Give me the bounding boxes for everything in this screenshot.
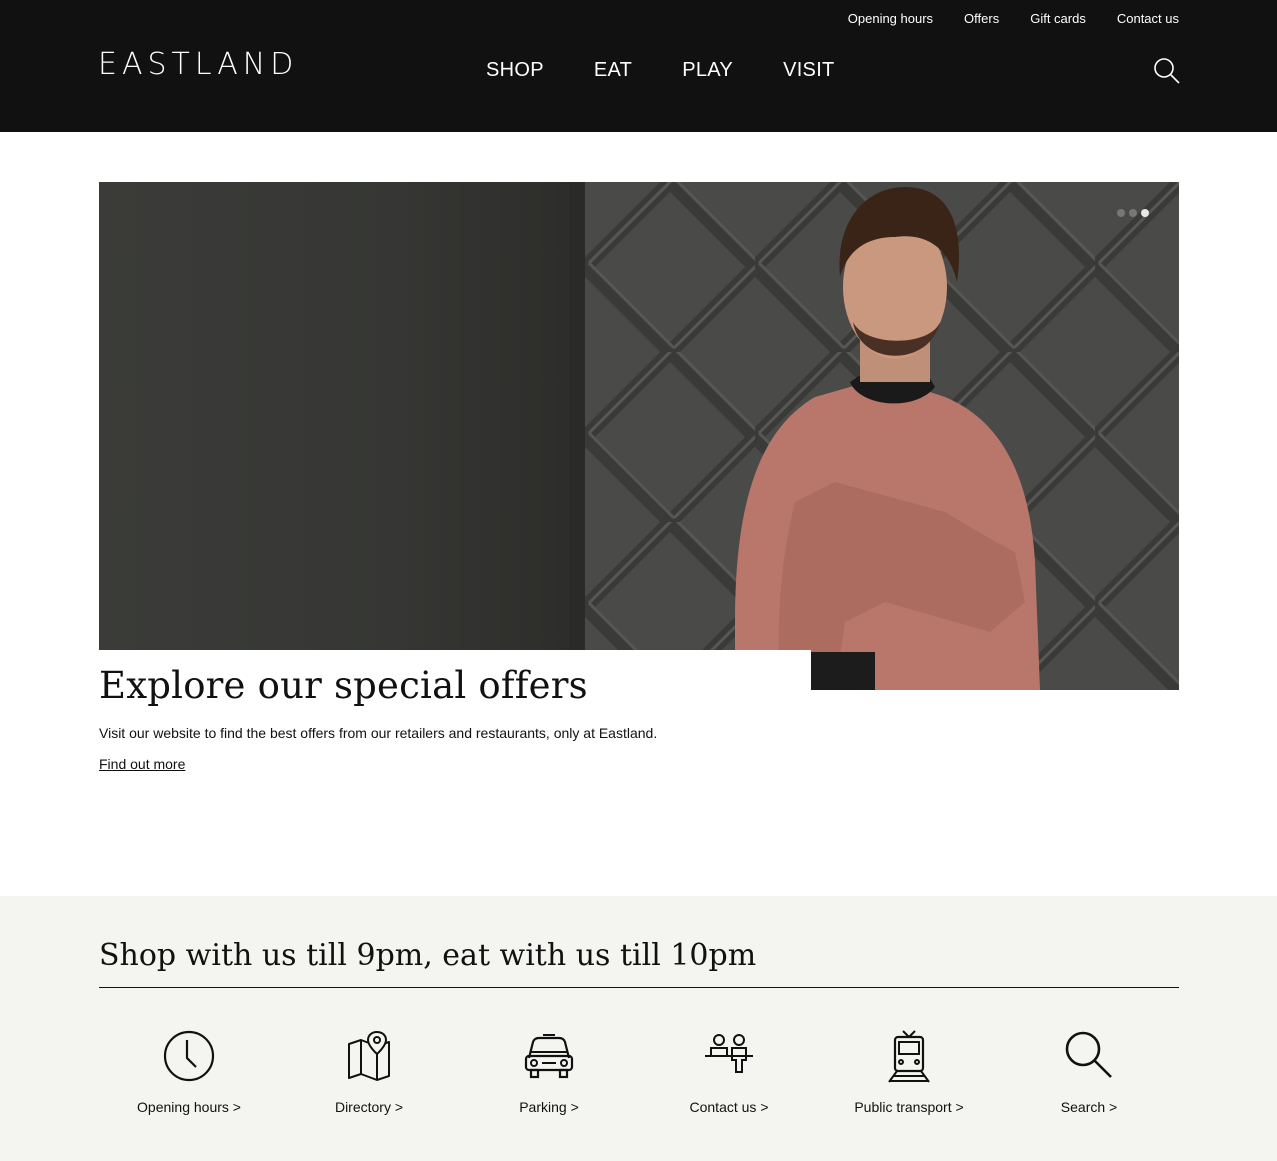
util-link-offers[interactable]: Offers <box>964 11 999 27</box>
quick-link-search[interactable]: Search > <box>999 1028 1179 1116</box>
hero-title: Explore our special offers <box>99 664 588 707</box>
carousel-dot-2[interactable] <box>1129 209 1137 217</box>
search-icon <box>1154 58 1180 84</box>
map-icon <box>348 1030 390 1081</box>
quick-link-label: Parking > <box>519 1099 579 1115</box>
quick-link-label: Contact us > <box>689 1099 769 1115</box>
quick-link-directory[interactable]: Directory > <box>279 1028 459 1116</box>
header-search-button[interactable] <box>1152 56 1182 86</box>
quick-link-opening-hours[interactable]: Opening hours > <box>99 1028 279 1116</box>
utility-nav: Opening hours Offers Gift cards Contact … <box>817 11 1179 27</box>
hero-image <box>99 182 1179 690</box>
car-icon <box>524 1034 574 1079</box>
hero-card: Explore our special offers Visit our web… <box>99 650 811 780</box>
hero-wall-left <box>99 182 584 690</box>
info-section: Shop with us till 9pm, eat with us till … <box>0 896 1277 1161</box>
util-link-gift-cards[interactable]: Gift cards <box>1030 11 1086 27</box>
hero-description: Visit our website to find the best offer… <box>99 725 658 741</box>
nav-visit[interactable]: VISIT <box>783 58 835 82</box>
train-icon <box>888 1030 930 1083</box>
util-link-opening-hours[interactable]: Opening hours <box>848 11 933 27</box>
site-header: Opening hours Offers Gift cards Contact … <box>0 0 1277 132</box>
contact-icon <box>705 1034 753 1073</box>
main-nav: SHOP EAT PLAY VISIT <box>486 58 885 82</box>
quick-link-label: Opening hours > <box>137 1099 241 1115</box>
info-title: Shop with us till 9pm, eat with us till … <box>99 938 757 973</box>
nav-play[interactable]: PLAY <box>682 58 733 82</box>
quick-link-label: Public transport > <box>854 1099 964 1115</box>
nav-eat[interactable]: EAT <box>594 58 632 82</box>
search-icon <box>1065 1031 1112 1078</box>
carousel-dot-3[interactable] <box>1141 209 1149 217</box>
carousel-dot-1[interactable] <box>1117 209 1125 217</box>
divider <box>99 987 1179 988</box>
hero-wall-panels <box>585 182 1179 690</box>
find-out-more-link[interactable]: Find out more <box>99 755 185 773</box>
util-link-contact-us[interactable]: Contact us <box>1117 11 1179 27</box>
quick-link-label: Search > <box>1060 1099 1118 1115</box>
hero-wall-edge <box>569 182 585 690</box>
quick-links: Opening hours > Directory > Parking > Co… <box>99 1028 1179 1116</box>
clock-icon <box>163 1030 215 1082</box>
nav-shop[interactable]: SHOP <box>486 58 544 82</box>
quick-link-contact-us[interactable]: Contact us > <box>639 1028 819 1116</box>
quick-link-label: Directory > <box>334 1099 404 1115</box>
carousel-dots <box>1117 209 1149 217</box>
quick-link-public-transport[interactable]: Public transport > <box>819 1028 999 1116</box>
site-logo[interactable]: EASTLAND <box>98 50 298 80</box>
quick-link-parking[interactable]: Parking > <box>459 1028 639 1116</box>
